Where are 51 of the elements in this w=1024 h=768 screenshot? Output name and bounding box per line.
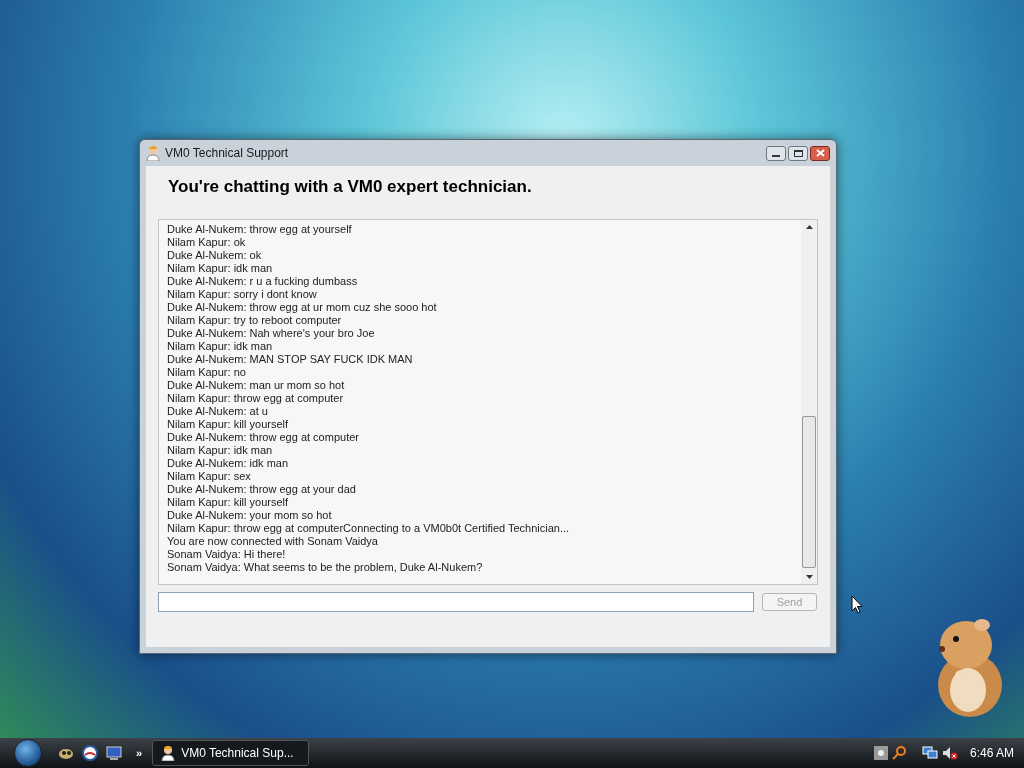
chat-message: Nilam Kapur: sex xyxy=(167,470,252,483)
clock[interactable]: 6:46 AM xyxy=(969,744,1014,762)
chat-message: Duke Al-Nukem: your mom so hot xyxy=(167,509,333,522)
chat-message: Duke Al-Nukem: throw egg at ur mom cuz she sooo hot xyxy=(167,301,438,314)
chat-message: Duke Al-Nukem: ok xyxy=(167,249,263,262)
chat-message: You are now connected with Sonam Vaidya xyxy=(167,535,379,548)
minimize-button[interactable] xyxy=(766,145,786,161)
network-icon[interactable] xyxy=(921,746,938,760)
technician-icon xyxy=(146,145,160,161)
chat-message: Duke Al-Nukem: idk man xyxy=(167,457,290,470)
technician-icon xyxy=(161,745,176,761)
chat-message: Nilam Kapur: idk man xyxy=(167,262,274,275)
close-icon xyxy=(815,149,825,157)
scroll-up-arrow-icon[interactable] xyxy=(805,225,813,229)
chat-message: Nilam Kapur: try to reboot computer xyxy=(167,314,343,327)
maximize-button[interactable] xyxy=(788,145,808,161)
chat-message: Duke Al-Nukem: r u a fucking dumbass xyxy=(167,275,359,288)
taskbar-window-button[interactable]: VM0 Technical Sup... xyxy=(152,740,310,766)
chat-message: Nilam Kapur: sorry i dont know xyxy=(167,288,318,301)
chat-message: Nilam Kapur: throw egg at computer xyxy=(167,392,345,405)
muted-speaker-icon[interactable] xyxy=(941,746,958,760)
window-title: VM0 Technical Support xyxy=(165,145,289,162)
chat-message: Duke Al-Nukem: throw egg at yourself xyxy=(167,223,353,236)
scrollbar[interactable] xyxy=(801,220,817,584)
scroll-thumb[interactable] xyxy=(802,416,816,568)
chat-message: Duke Al-Nukem: Nah where's your bro Joe xyxy=(167,327,376,340)
chat-message: Nilam Kapur: throw egg at computerConnecting to a VM0b0t Certified Technician... xyxy=(167,522,571,535)
chat-message: Duke Al-Nukem: man ur mom so hot xyxy=(167,379,346,392)
chat-message: Nilam Kapur: idk man xyxy=(167,444,274,457)
chat-message: Duke Al-Nukem: throw egg at your dad xyxy=(167,483,357,496)
message-input[interactable] xyxy=(158,592,754,612)
chat-message: Sonam Vaidya: Hi there! xyxy=(167,548,287,561)
chat-message: Nilam Kapur: kill yourself xyxy=(167,418,290,431)
scroll-down-arrow-icon[interactable] xyxy=(805,575,813,579)
chat-message: Sonam Vaidya: What seems to be the problem, Duke Al-Nukem? xyxy=(167,561,484,574)
chat-message: Nilam Kapur: idk man xyxy=(167,340,274,353)
magnifier-icon[interactable] xyxy=(891,746,906,760)
chat-message: Nilam Kapur: no xyxy=(167,366,247,379)
chat-message: Nilam Kapur: kill yourself xyxy=(167,496,290,509)
mouse-cursor-icon xyxy=(851,595,863,615)
close-button[interactable] xyxy=(810,145,830,161)
globe-icon[interactable] xyxy=(82,745,98,761)
toolbar-overflow[interactable]: » xyxy=(136,744,143,762)
chat-message: Duke Al-Nukem: at u xyxy=(167,405,269,418)
tray-app-icon[interactable] xyxy=(873,746,888,760)
start-button[interactable] xyxy=(14,739,42,767)
chat-message: Nilam Kapur: ok xyxy=(167,236,247,249)
chat-message: Duke Al-Nukem: throw egg at computer xyxy=(167,431,360,444)
monitor-icon[interactable] xyxy=(106,745,122,761)
chat-heading: You're chatting with a VM0 expert technician. xyxy=(168,176,533,198)
chat-message: Duke Al-Nukem: MAN STOP SAY FUCK IDK MAN xyxy=(167,353,414,366)
